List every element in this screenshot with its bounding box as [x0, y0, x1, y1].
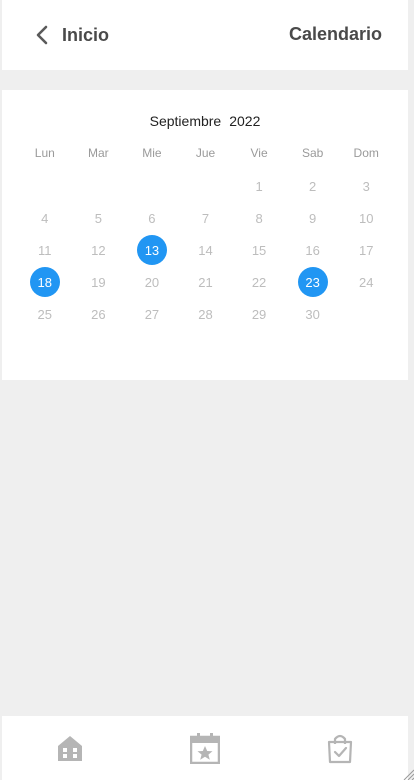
resize-grip-icon[interactable]: [402, 768, 414, 780]
day-cell-empty: [179, 170, 233, 202]
app-root: Inicio Calendario Septiembre 2022 Lun Ma…: [2, 0, 408, 780]
nav-shop[interactable]: [273, 716, 408, 780]
day-number: 4: [41, 210, 49, 226]
day-cell[interactable]: 27: [125, 298, 179, 330]
day-cell[interactable]: 2: [286, 170, 340, 202]
days-grid: 1 2 3 4 5 6 7 8 9 10 11 12 13 14 15 16 17 18 19 20 21 22 23 24 2…: [18, 170, 393, 330]
day-number: 14: [198, 242, 213, 258]
day-number: 10: [358, 210, 374, 226]
day-cell-empty: [72, 170, 126, 202]
day-cell[interactable]: 19: [72, 266, 126, 298]
day-number: 5: [94, 210, 102, 226]
day-number: 1: [255, 178, 263, 194]
top-bar: Inicio Calendario: [2, 0, 408, 70]
weekday-label: Jue: [195, 146, 216, 160]
day-number: 15: [251, 242, 267, 258]
day-number: 19: [91, 274, 106, 290]
day-cell[interactable]: 25: [18, 298, 72, 330]
back-button[interactable]: Inicio: [34, 20, 109, 50]
day-cell[interactable]: 16: [286, 234, 340, 266]
home-icon: [57, 736, 82, 761]
day-cell[interactable]: 14: [179, 234, 233, 266]
nav-calendar[interactable]: [137, 716, 272, 780]
page-title: Calendario: [288, 24, 382, 44]
day-cell[interactable]: 1: [232, 170, 286, 202]
day-cell[interactable]: 24: [339, 266, 393, 298]
day-number: 3: [362, 178, 370, 194]
day-cell[interactable]: 21: [179, 266, 233, 298]
day-number: 16: [305, 242, 320, 258]
day-number: 30: [305, 306, 320, 322]
back-label: Inicio: [62, 24, 110, 45]
day-number: 2: [309, 178, 317, 194]
day-number: 21: [198, 274, 213, 290]
day-number: 8: [255, 210, 263, 226]
day-cell[interactable]: 6: [125, 202, 179, 234]
day-number: 9: [309, 210, 317, 226]
chevron-left-icon: [36, 25, 48, 45]
day-cell[interactable]: 17: [339, 234, 393, 266]
day-number: 20: [144, 274, 160, 290]
day-cell[interactable]: 7: [179, 202, 233, 234]
day-cell-marked[interactable]: 13: [125, 234, 179, 266]
day-number: 17: [358, 242, 374, 258]
day-number: 28: [198, 306, 213, 322]
day-cell[interactable]: 4: [18, 202, 72, 234]
day-number: 23: [297, 267, 328, 297]
day-number: 26: [91, 306, 106, 322]
weekday-label: Mar: [88, 146, 109, 160]
day-cell[interactable]: 5: [72, 202, 126, 234]
nav-home[interactable]: [2, 716, 137, 780]
month-label[interactable]: Septiembre: [150, 113, 222, 129]
year-label[interactable]: 2022: [229, 113, 260, 129]
weekday-label: Vie: [250, 146, 268, 160]
calendar-star-icon: [189, 733, 220, 764]
day-cell[interactable]: 9: [286, 202, 340, 234]
day-number: 12: [91, 242, 106, 258]
day-cell[interactable]: 29: [232, 298, 286, 330]
weekday-label: Mie: [142, 146, 162, 160]
day-cell-marked[interactable]: 23: [286, 266, 340, 298]
bottom-nav: [2, 716, 408, 780]
day-number: 6: [148, 210, 156, 226]
day-number: 11: [38, 242, 52, 258]
weekday-label: Lun: [34, 146, 55, 160]
day-cell[interactable]: 12: [72, 234, 126, 266]
day-number: 27: [144, 306, 160, 322]
month-year-selector: Septiembre 2022: [2, 110, 408, 132]
day-cell[interactable]: 10: [339, 202, 393, 234]
day-cell[interactable]: 15: [232, 234, 286, 266]
weekday-header: Lun Mar Mie Jue Vie Sab Dom: [18, 146, 393, 162]
day-number: 24: [358, 274, 374, 290]
day-cell-empty: [18, 170, 72, 202]
day-cell[interactable]: 3: [339, 170, 393, 202]
weekday-label: Sab: [301, 146, 324, 160]
day-cell[interactable]: 20: [125, 266, 179, 298]
day-number: 13: [136, 235, 167, 265]
shopping-bag-check-icon: [328, 734, 353, 764]
day-cell-marked[interactable]: 18: [18, 266, 72, 298]
day-cell[interactable]: 28: [179, 298, 233, 330]
day-cell[interactable]: 11: [18, 234, 72, 266]
calendar-card: Septiembre 2022 Lun Mar Mie Jue Vie Sab …: [2, 90, 408, 380]
day-number: 7: [201, 210, 210, 226]
day-number: 18: [29, 267, 60, 297]
day-cell-empty: [125, 170, 179, 202]
day-cell[interactable]: 30: [286, 298, 340, 330]
day-cell[interactable]: 26: [72, 298, 126, 330]
weekday-label: Dom: [353, 146, 379, 160]
day-cell[interactable]: 22: [232, 266, 286, 298]
day-number: 22: [251, 274, 267, 290]
day-cell[interactable]: 8: [232, 202, 286, 234]
day-number: 25: [37, 306, 53, 322]
day-number: 29: [251, 306, 267, 322]
